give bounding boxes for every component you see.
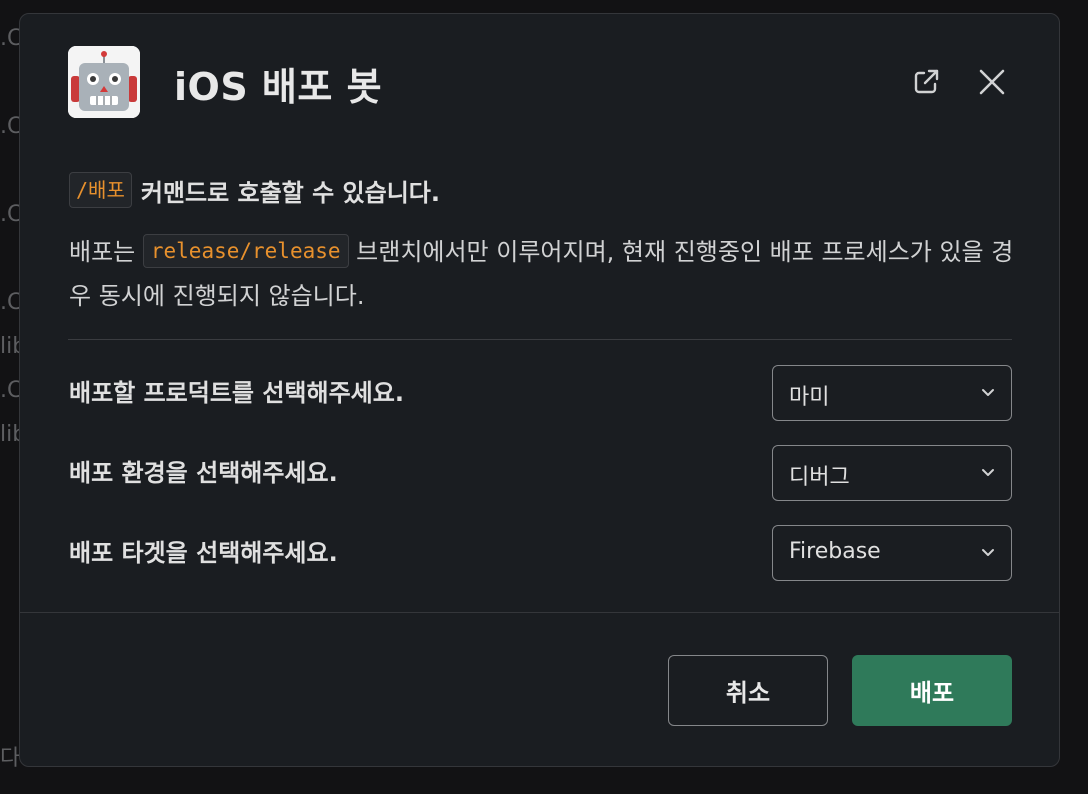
target-label: 배포 타겟을 선택해주세요. [69, 539, 338, 567]
target-field: 배포 타겟을 선택해주세요. Firebase [69, 525, 1012, 581]
chevron-down-icon [982, 469, 994, 476]
command-hint: /배포 커맨드로 호출할 수 있습니다. [69, 172, 440, 208]
chevron-down-icon [982, 389, 994, 396]
target-select[interactable]: Firebase [772, 525, 1012, 581]
deploy-button[interactable]: 배포 [852, 655, 1012, 726]
environment-select[interactable]: 디버그 [772, 445, 1012, 501]
robot-icon [68, 46, 140, 118]
background-text-fragment: 다 [0, 746, 20, 771]
chevron-down-icon [982, 549, 994, 556]
modal-title: iOS 배포 봇 [174, 65, 383, 109]
command-code: /배포 [69, 172, 132, 208]
background-text-fragment: .C [0, 290, 20, 315]
description: 배포는 release/release 브랜치에서만 이루어지며, 현재 진행중… [69, 230, 1014, 318]
background-text-fragment: .C [0, 114, 20, 139]
environment-label: 배포 환경을 선택해주세요. [69, 459, 338, 487]
target-select-value: Firebase [789, 539, 881, 564]
close-icon [979, 69, 1005, 95]
product-select-value: 마미 [789, 385, 830, 410]
cancel-button[interactable]: 취소 [668, 655, 828, 726]
close-button[interactable] [972, 62, 1012, 102]
section-divider [68, 339, 1012, 340]
background-text-fragment: lib [0, 422, 20, 447]
product-select[interactable]: 마미 [772, 365, 1012, 421]
background-text-fragment: lib [0, 334, 20, 359]
open-external-button[interactable] [906, 62, 946, 102]
product-field: 배포할 프로덕트를 선택해주세요. 마미 [69, 365, 1012, 421]
modal-header: iOS 배포 봇 [20, 14, 1059, 144]
background-text-fragment: .C [0, 202, 20, 227]
background-text-fragment: .C [0, 378, 20, 403]
deploy-modal: iOS 배포 봇 /배포 커맨드로 호출할 수 있습니다. 배포는 releas… [19, 13, 1060, 767]
environment-select-value: 디버그 [789, 465, 850, 490]
product-label: 배포할 프로덕트를 선택해주세요. [69, 379, 404, 407]
branch-code: release/release [142, 234, 349, 268]
background-text-fragment: .C [0, 26, 20, 51]
environment-field: 배포 환경을 선택해주세요. 디버그 [69, 445, 1012, 501]
command-hint-text: 커맨드로 호출할 수 있습니다. [140, 178, 440, 207]
footer-divider [20, 612, 1059, 613]
description-text: 배포는 [69, 238, 143, 266]
external-link-icon [914, 69, 939, 94]
